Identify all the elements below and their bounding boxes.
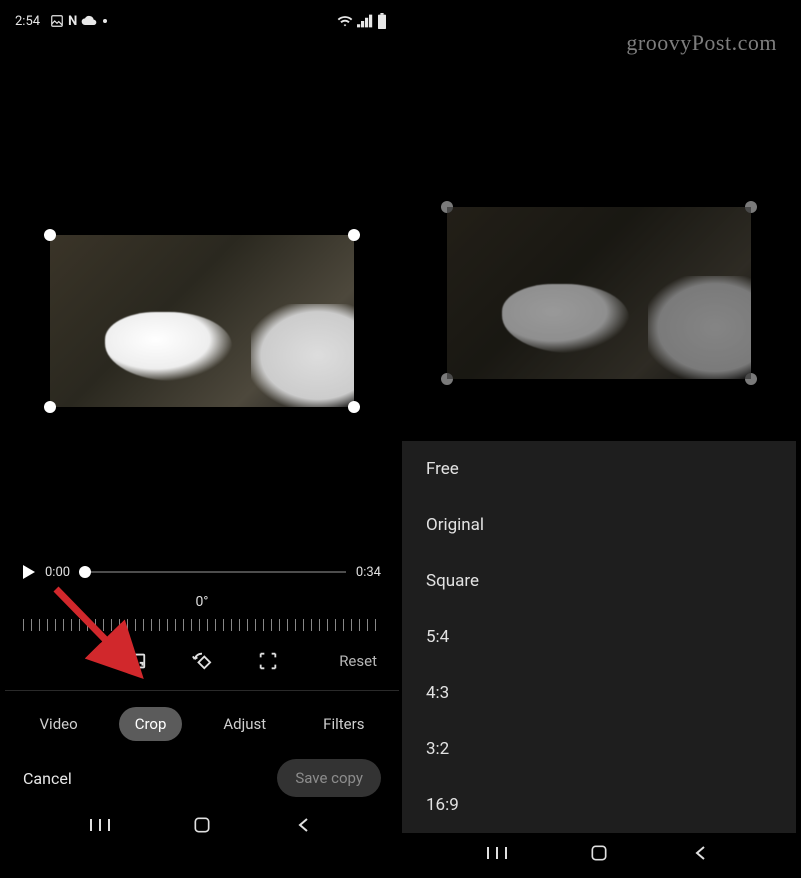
rotation-ruler[interactable] — [23, 612, 381, 638]
tab-adjust[interactable]: Adjust — [207, 707, 282, 741]
time-current: 0:00 — [45, 565, 70, 580]
tab-filters[interactable]: Filters — [307, 707, 380, 741]
video-preview-dimmed — [447, 207, 751, 379]
phone-left: 2:54 N 0:00 0:34 0° Reset Vide — [5, 5, 399, 873]
crop-handle-top-right[interactable] — [348, 229, 360, 241]
crop-handle-bottom-right[interactable] — [348, 401, 360, 413]
crop-handle-top-left — [441, 201, 453, 213]
preview-subject-table — [648, 276, 751, 379]
play-icon[interactable] — [23, 565, 35, 579]
dot-icon — [103, 19, 107, 23]
ratio-option-original[interactable]: Original — [402, 497, 796, 553]
preview-subject-table — [251, 304, 354, 407]
nav-back-icon[interactable] — [688, 840, 714, 866]
watermark: groovyPost.com — [626, 30, 777, 56]
reset-button[interactable]: Reset — [339, 652, 377, 670]
tab-video[interactable]: Video — [24, 707, 94, 741]
ratio-option-square[interactable]: Square — [402, 553, 796, 609]
tab-crop[interactable]: Crop — [119, 707, 183, 741]
signal-icon — [357, 14, 373, 28]
ratio-option-16-9[interactable]: 16:9 — [402, 777, 796, 833]
crop-handle-top-left[interactable] — [44, 229, 56, 241]
preview-subject-dog — [105, 312, 233, 381]
rotation-angle-label: 0° — [5, 592, 399, 612]
nav-recents-icon[interactable] — [484, 840, 510, 866]
save-copy-button[interactable]: Save copy — [277, 759, 381, 797]
picture-icon — [50, 14, 64, 28]
video-preview[interactable] — [50, 235, 354, 407]
nav-back-icon[interactable] — [291, 812, 317, 838]
crop-handle-bottom-right — [745, 373, 757, 385]
preview-area-right — [402, 5, 796, 441]
bottom-actions: Cancel Save copy — [5, 751, 399, 805]
ratio-option-3-2[interactable]: 3:2 — [402, 721, 796, 777]
ratio-option-5-4[interactable]: 5:4 — [402, 609, 796, 665]
ratio-option-free[interactable]: Free — [402, 441, 796, 497]
divider — [5, 690, 399, 691]
preview-subject-dog — [502, 284, 630, 353]
nav-home-icon[interactable] — [586, 840, 612, 866]
nav-home-icon[interactable] — [189, 812, 215, 838]
crop-handle-top-right — [745, 201, 757, 213]
crop-handle-bottom-left[interactable] — [44, 401, 56, 413]
crop-handle-bottom-left — [441, 373, 453, 385]
video-timeline: 0:00 0:34 — [5, 552, 399, 592]
timeline-knob[interactable] — [79, 566, 91, 578]
cloud-icon — [81, 15, 97, 27]
battery-icon — [377, 13, 387, 29]
netflix-icon: N — [68, 14, 77, 29]
status-bar: 2:54 N — [5, 5, 399, 33]
preview-area — [5, 33, 399, 552]
aspect-ratio-icon[interactable] — [124, 649, 148, 673]
rotate-icon[interactable] — [190, 649, 214, 673]
ratio-option-4-3[interactable]: 4:3 — [402, 665, 796, 721]
phone-right: Free Original Square 5:4 4:3 3:2 16:9 — [402, 5, 796, 873]
cancel-button[interactable]: Cancel — [23, 769, 72, 788]
nav-recents-icon[interactable] — [87, 812, 113, 838]
status-time: 2:54 — [15, 14, 40, 29]
editor-tabs: Video Crop Adjust Filters — [5, 697, 399, 751]
timeline-track[interactable] — [80, 571, 346, 573]
system-nav-bar — [402, 833, 796, 873]
wifi-icon — [337, 14, 353, 28]
aspect-ratio-panel: Free Original Square 5:4 4:3 3:2 16:9 — [402, 441, 796, 833]
perspective-icon[interactable] — [256, 649, 280, 673]
time-duration: 0:34 — [356, 565, 381, 580]
system-nav-bar — [5, 805, 399, 845]
crop-tool-row: Reset — [5, 638, 399, 684]
